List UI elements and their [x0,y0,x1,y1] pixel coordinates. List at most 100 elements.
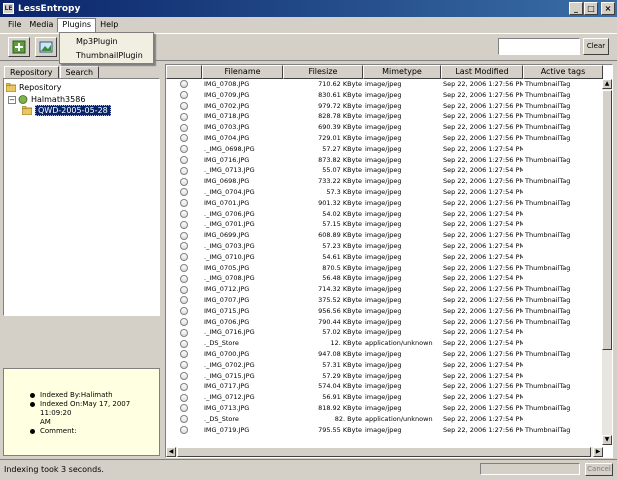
row-select-toggle[interactable] [166,209,202,220]
table-row[interactable]: ._IMG_0712.JPG 56.91 KByte image/jpeg Sep 2… [166,392,603,403]
tree-node-folder[interactable]: QWD-2005-05-28 [22,105,111,116]
row-select-toggle[interactable] [166,176,202,187]
table-row[interactable]: IMG_0700.JPG 947.08 KByte image/jpeg Sep 22… [166,349,603,360]
row-select-toggle[interactable] [166,425,202,436]
table-row[interactable]: ._IMG_0703.JPG 57.23 KByte image/jpeg Sep 2… [166,241,603,252]
table-row[interactable]: IMG_0706.JPG 790.44 KByte image/jpeg Sep 22… [166,317,603,328]
table-row[interactable]: IMG_0699.JPG 608.89 KByte image/jpeg Sep 22… [166,230,603,241]
menu-item-thumbnailplugin[interactable]: ThumbnailPlugin [60,49,153,63]
table-row[interactable]: IMG_0713.JPG 818.92 KByte image/jpeg Sep 22… [166,403,603,414]
menu-plugins[interactable]: Plugins [57,17,97,32]
row-select-toggle[interactable] [166,338,202,349]
row-select-toggle[interactable] [166,101,202,112]
row-select-toggle[interactable] [166,284,202,295]
row-select-toggle[interactable] [166,295,202,306]
table-row[interactable]: IMG_0715.JPG 956.56 KByte image/jpeg Sep 22… [166,306,603,317]
panel-splitter[interactable] [0,318,162,322]
minimize-button[interactable]: _ [569,2,583,15]
scroll-down-button[interactable]: ▼ [602,435,612,445]
tree-node-repository[interactable]: Repository [6,82,62,93]
column-header-last-modified[interactable]: Last Modified [441,65,523,79]
open-image-button[interactable] [35,37,57,57]
table-row[interactable]: IMG_0707.JPG 375.52 KByte image/jpeg Sep 22… [166,295,603,306]
row-select-toggle[interactable] [166,317,202,328]
maximize-button[interactable]: □ [584,2,598,15]
row-select-toggle[interactable] [166,155,202,166]
menu-media[interactable]: Media [25,18,57,32]
row-select-toggle[interactable] [166,349,202,360]
table-row[interactable]: ._IMG_0713.JPG 55.07 KByte image/jpeg Sep 2… [166,165,603,176]
table-row[interactable]: ._IMG_0698.JPG 57.27 KByte image/jpeg Sep 2… [166,144,603,155]
table-row[interactable]: ._IMG_0702.JPG 57.31 KByte image/jpeg Sep 2… [166,360,603,371]
table-row[interactable]: IMG_0718.JPG 828.78 KByte image/jpeg Sep 22… [166,111,603,122]
table-row[interactable]: ._DS_Store 12. KByte application/unknown Se… [166,338,603,349]
clear-button[interactable]: Clear [583,38,609,55]
horizontal-scroll-thumb[interactable] [177,447,591,457]
column-header-filename[interactable]: Filename [202,65,283,79]
table-row[interactable]: ._IMG_0710.JPG 54.61 KByte image/jpeg Sep 2… [166,252,603,263]
scroll-left-button[interactable]: ◀ [166,447,176,457]
table-row[interactable]: ._IMG_0706.JPG 54.02 KByte image/jpeg Sep 2… [166,209,603,220]
row-select-toggle[interactable] [166,392,202,403]
row-select-toggle[interactable] [166,230,202,241]
menu-file[interactable]: File [4,18,25,32]
row-select-toggle[interactable] [166,327,202,338]
table-row[interactable]: IMG_0719.JPG 795.55 KByte image/jpeg Sep 22… [166,425,603,436]
row-select-toggle[interactable] [166,219,202,230]
row-select-toggle[interactable] [166,306,202,317]
table-row[interactable]: IMG_0698.JPG 733.22 KByte image/jpeg Sep 22… [166,176,603,187]
row-select-toggle[interactable] [166,371,202,382]
cancel-button[interactable]: Cancel [585,463,613,476]
row-select-toggle[interactable] [166,263,202,274]
table-row[interactable]: ._IMG_0704.JPG 57.3 KByte image/jpeg Sep 22… [166,187,603,198]
row-select-toggle[interactable] [166,165,202,176]
row-select-toggle[interactable] [166,414,202,425]
row-select-toggle[interactable] [166,79,202,90]
row-select-toggle[interactable] [166,122,202,133]
vertical-scroll-thumb[interactable] [602,90,612,350]
table-row[interactable]: IMG_0716.JPG 873.82 KByte image/jpeg Sep 22… [166,155,603,166]
menu-help[interactable]: Help [96,18,122,32]
scroll-right-button[interactable]: ▶ [593,447,603,457]
table-row[interactable]: ._DS_Store 82. Byte application/unknown Sep… [166,414,603,425]
search-input[interactable] [498,38,580,55]
collapse-toggle[interactable]: − [8,95,16,104]
row-select-toggle[interactable] [166,252,202,263]
column-header-mimetype[interactable]: Mimetype [363,65,441,79]
table-row[interactable]: IMG_0701.JPG 901.32 KByte image/jpeg Sep 22… [166,198,603,209]
row-select-toggle[interactable] [166,273,202,284]
table-row[interactable]: IMG_0703.JPG 690.39 KByte image/jpeg Sep 22… [166,122,603,133]
table-row[interactable]: IMG_0708.JPG 710.62 KByte image/jpeg Sep 22… [166,79,603,90]
row-select-toggle[interactable] [166,241,202,252]
horizontal-scrollbar[interactable]: ◀ ▶ [166,447,603,457]
column-header-filesize[interactable]: Filesize [283,65,363,79]
table-row[interactable]: ._IMG_0708.JPG 56.48 KByte image/jpeg Sep 2… [166,273,603,284]
close-button[interactable]: × [601,2,615,15]
table-row[interactable]: IMG_0717.JPG 574.04 KByte image/jpeg Sep 22… [166,381,603,392]
cell-mimetype: image/jpeg [365,306,402,315]
column-header-check[interactable] [166,65,202,79]
table-row[interactable]: IMG_0712.JPG 714.32 KByte image/jpeg Sep 22… [166,284,603,295]
row-select-toggle[interactable] [166,381,202,392]
tree-node-host[interactable]: − Halmath3586 [8,94,85,105]
scroll-up-button[interactable]: ▲ [602,79,612,89]
table-row[interactable]: ._IMG_0715.JPG 57.29 KByte image/jpeg Sep 2… [166,371,603,382]
row-select-toggle[interactable] [166,187,202,198]
menu-item-mp3plugin[interactable]: Mp3Plugin [60,35,153,49]
table-row[interactable]: IMG_0704.JPG 729.01 KByte image/jpeg Sep 22… [166,133,603,144]
table-row[interactable]: IMG_0702.JPG 979.72 KByte image/jpeg Sep 22… [166,101,603,112]
row-select-toggle[interactable] [166,133,202,144]
table-row[interactable]: IMG_0705.JPG 870.5 KByte image/jpeg Sep 22,… [166,263,603,274]
row-select-toggle[interactable] [166,360,202,371]
row-select-toggle[interactable] [166,90,202,101]
table-row[interactable]: ._IMG_0701.JPG 57.15 KByte image/jpeg Sep 2… [166,219,603,230]
row-select-toggle[interactable] [166,403,202,414]
column-header-active-tags[interactable]: Active tags [523,65,603,79]
row-select-toggle[interactable] [166,111,202,122]
vertical-scrollbar[interactable]: ▲ ▼ [602,79,612,445]
table-row[interactable]: IMG_0709.JPG 830.61 KByte image/jpeg Sep 22… [166,90,603,101]
table-row[interactable]: ._IMG_0716.JPG 57.02 KByte image/jpeg Sep 2… [166,327,603,338]
add-repository-button[interactable] [8,37,30,57]
row-select-toggle[interactable] [166,198,202,209]
row-select-toggle[interactable] [166,144,202,155]
